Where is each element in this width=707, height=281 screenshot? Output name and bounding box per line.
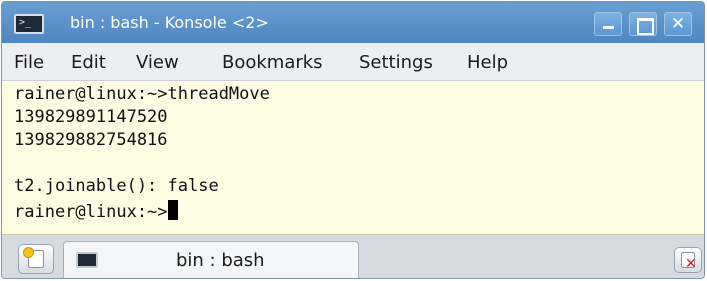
- maximize-icon: [630, 13, 656, 35]
- menu-view[interactable]: View: [136, 52, 179, 73]
- menu-bookmarks[interactable]: Bookmarks: [222, 52, 323, 73]
- terminal-output[interactable]: rainer@linux:~>threadMove 13982989114752…: [2, 81, 704, 235]
- menu-bar: File Edit View Bookmarks Settings Help: [2, 43, 704, 81]
- terminal-line: rainer@linux:~>threadMove: [14, 84, 270, 104]
- maximize-button[interactable]: [629, 12, 657, 36]
- close-tab-button[interactable]: ✕: [674, 247, 702, 273]
- terminal-line: 139829882754816: [14, 130, 168, 150]
- konsole-window: >_ bin : bash - Konsole <2> ✕ File Edit …: [1, 1, 705, 279]
- terminal-line: 139829891147520: [14, 107, 168, 127]
- terminal-prompt: rainer@linux:~>: [14, 202, 168, 222]
- terminal-line: t2.joinable(): false: [14, 176, 219, 196]
- close-tab-x-icon: ✕: [685, 256, 697, 272]
- minimize-icon: [595, 13, 621, 35]
- close-button[interactable]: ✕: [664, 12, 692, 36]
- close-icon: ✕: [670, 14, 686, 34]
- tab-bin-bash[interactable]: bin : bash: [63, 241, 359, 278]
- menu-settings[interactable]: Settings: [359, 52, 433, 73]
- terminal-icon[interactable]: >_: [14, 14, 44, 34]
- title-bar[interactable]: >_ bin : bash - Konsole <2> ✕: [2, 2, 704, 43]
- terminal-cursor: [167, 200, 178, 220]
- menu-edit[interactable]: Edit: [71, 52, 106, 73]
- window-title: bin : bash - Konsole <2>: [70, 13, 269, 32]
- tab-label: bin : bash: [176, 250, 265, 271]
- minimize-button[interactable]: [594, 12, 622, 36]
- terminal-prompt-line: rainer@linux:~>: [14, 200, 178, 224]
- tab-bar: bin : bash ✕: [2, 235, 704, 278]
- menu-file[interactable]: File: [14, 52, 44, 73]
- terminal-icon: [76, 252, 98, 268]
- new-tab-star-icon: [23, 247, 34, 258]
- new-tab-button[interactable]: [18, 244, 54, 274]
- menu-help[interactable]: Help: [467, 52, 508, 73]
